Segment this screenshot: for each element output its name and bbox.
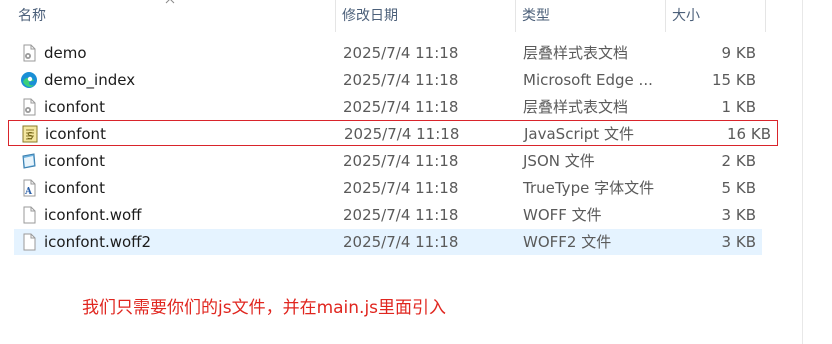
file-date: 2025/7/4 11:18 <box>343 71 459 89</box>
file-type: 层叠样式表文档 <box>523 98 629 116</box>
column-header-name[interactable]: 名称 <box>12 0 336 32</box>
file-row-iconfont-ttf[interactable]: A iconfont 2025/7/4 11:18 TrueType 字体文件 … <box>14 175 762 201</box>
file-date: 2025/7/4 11:18 <box>343 206 459 224</box>
file-date: 2025/7/4 11:18 <box>343 179 459 197</box>
file-type: WOFF 文件 <box>523 206 602 224</box>
file-type: JavaScript 文件 <box>524 125 634 143</box>
column-header-bar: 名称 修改日期 类型 大小 <box>0 0 770 32</box>
file-date: 2025/7/4 11:18 <box>343 98 459 116</box>
ttf-file-icon: A <box>23 179 36 197</box>
column-header-date[interactable]: 修改日期 <box>336 0 516 32</box>
file-date: 2025/7/4 11:18 <box>343 44 459 62</box>
column-header-size[interactable]: 大小 <box>666 0 766 32</box>
css-file-icon <box>23 98 36 116</box>
file-name: demo <box>44 44 87 62</box>
file-size: 5 KB <box>721 179 756 197</box>
file-name: iconfont <box>45 125 106 143</box>
file-row-iconfont-css[interactable]: iconfont 2025/7/4 11:18 层叠样式表文档 1 KB <box>14 94 762 120</box>
file-size: 1 KB <box>721 98 756 116</box>
file-date: 2025/7/4 11:18 <box>343 233 459 251</box>
column-header-type[interactable]: 类型 <box>516 0 666 32</box>
file-row-iconfont-js[interactable]: S iconfont 2025/7/4 11:18 JavaScript 文件 … <box>8 120 778 146</box>
file-size: 2 KB <box>721 152 756 170</box>
file-name: iconfont.woff2 <box>44 233 152 251</box>
js-file-icon: S <box>22 125 38 143</box>
file-size: 3 KB <box>721 233 756 251</box>
blank-file-icon <box>23 233 36 251</box>
file-type: JSON 文件 <box>523 152 595 170</box>
file-type: Microsoft Edge ... <box>523 71 653 89</box>
file-name: iconfont.woff <box>44 206 142 224</box>
file-size: 3 KB <box>721 206 756 224</box>
file-size: 9 KB <box>721 44 756 62</box>
file-date: 2025/7/4 11:18 <box>343 152 459 170</box>
css-file-icon <box>23 44 36 62</box>
file-row-demo-css[interactable]: demo 2025/7/4 11:18 层叠样式表文档 9 KB <box>14 40 762 66</box>
file-name: iconfont <box>44 98 105 116</box>
file-name: iconfont <box>44 179 105 197</box>
file-name: iconfont <box>44 152 105 170</box>
svg-text:S: S <box>27 131 33 142</box>
file-row-demo-index[interactable]: demo_index 2025/7/4 11:18 Microsoft Edge… <box>14 67 762 93</box>
file-type: TrueType 字体文件 <box>523 179 655 197</box>
file-type: WOFF2 文件 <box>523 233 612 251</box>
file-size: 16 KB <box>727 125 771 143</box>
file-size: 15 KB <box>712 71 756 89</box>
file-name: demo_index <box>44 71 136 89</box>
file-type: 层叠样式表文档 <box>523 44 629 62</box>
json-file-icon <box>22 153 36 169</box>
svg-text:A: A <box>24 187 33 197</box>
file-row-iconfont-woff[interactable]: iconfont.woff 2025/7/4 11:18 WOFF 文件 3 K… <box>14 202 762 228</box>
file-row-iconfont-json[interactable]: iconfont 2025/7/4 11:18 JSON 文件 2 KB <box>14 148 762 174</box>
blank-file-icon <box>23 206 36 224</box>
scrollbar-track[interactable] <box>802 0 803 344</box>
file-row-iconfont-woff2[interactable]: iconfont.woff2 2025/7/4 11:18 WOFF2 文件 3… <box>14 229 762 255</box>
file-date: 2025/7/4 11:18 <box>344 125 460 143</box>
edge-html-icon <box>21 72 37 88</box>
annotation-text: 我们只需要你们的js文件，并在main.js里面引入 <box>82 298 447 318</box>
